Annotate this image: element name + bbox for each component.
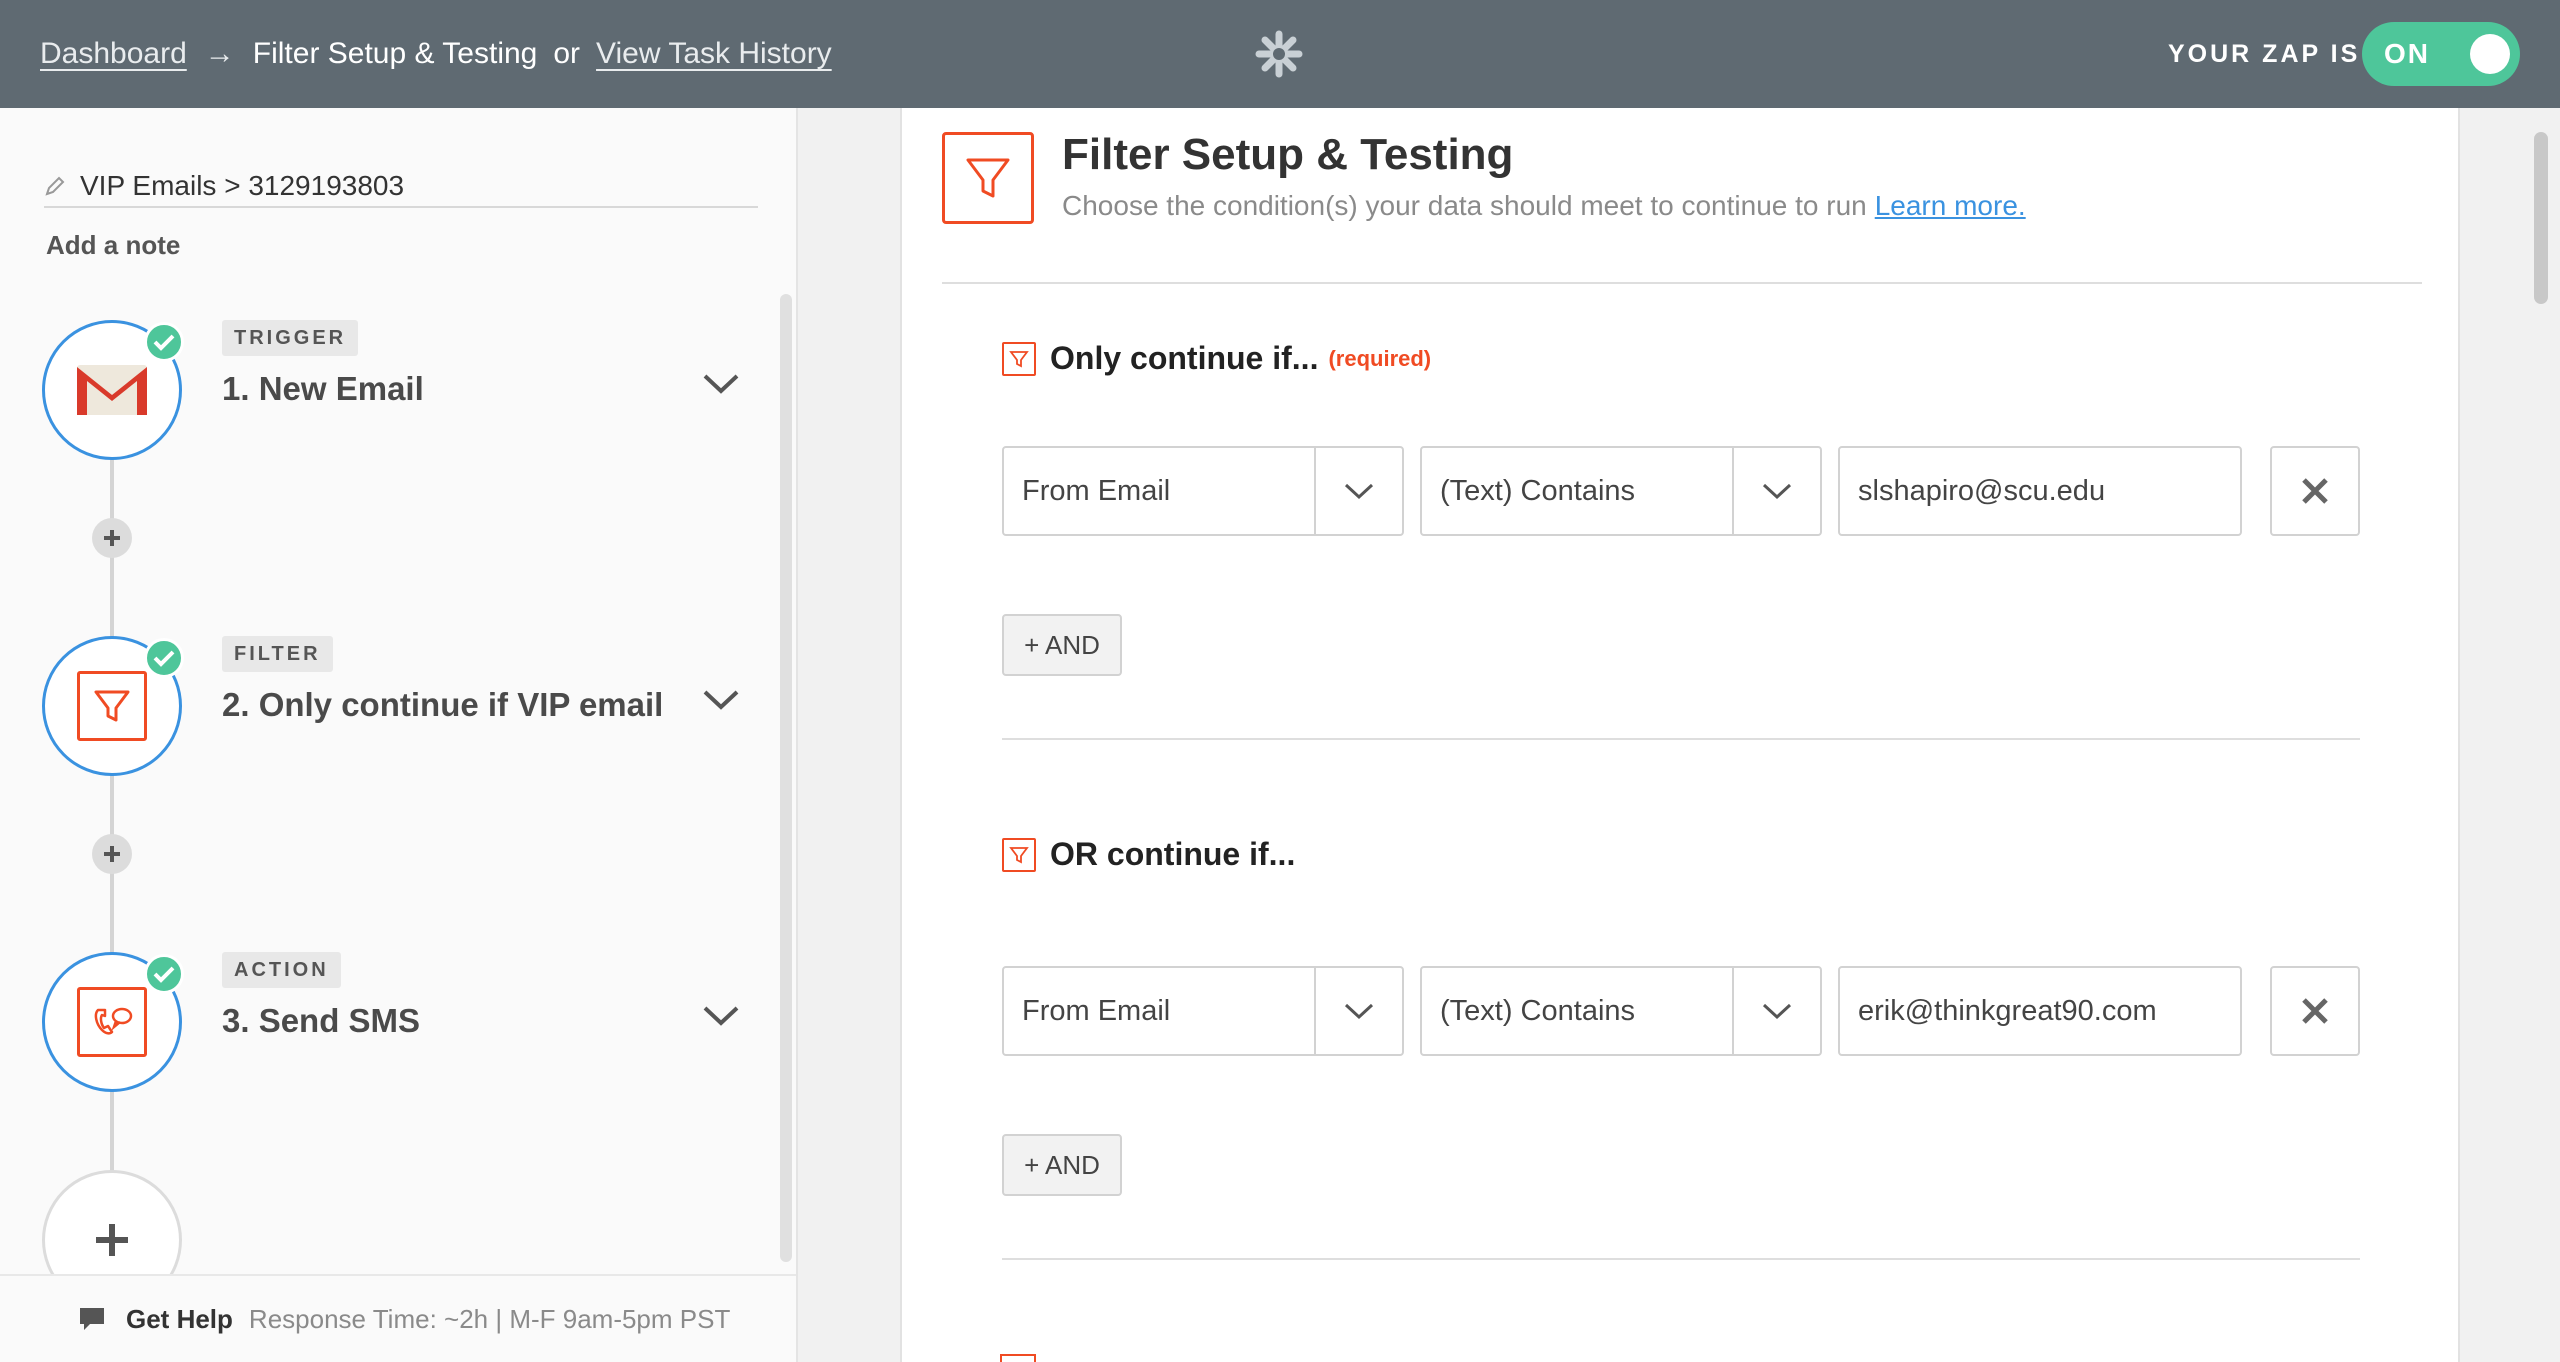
subtitle-text: Choose the condition(s) your data should… <box>1062 190 1867 221</box>
filter-icon <box>1002 341 1036 376</box>
top-bar: Dashboard → Filter Setup & Testing or Vi… <box>0 0 2560 108</box>
filter-icon <box>77 671 147 741</box>
chevron-down-icon <box>1344 483 1374 500</box>
value-input[interactable]: erik@thinkgreat90.com <box>1838 966 2242 1056</box>
operator-select-value: (Text) Contains <box>1440 475 1636 507</box>
zap-status-label: YOUR ZAP IS <box>2168 39 2361 68</box>
chat-bubble-icon <box>80 1308 104 1330</box>
field-select-dropdown[interactable] <box>1314 448 1402 534</box>
step-trigger: TRIGGER 1. New Email <box>42 320 772 460</box>
header-divider <box>942 282 2422 284</box>
page-title: Filter Setup & Testing <box>1062 130 1514 179</box>
required-tag: (required) <box>1328 345 1432 371</box>
group-divider <box>1002 738 2360 740</box>
step-filter: FILTER 2. Only continue if VIP email <box>42 636 772 776</box>
learn-more-link[interactable]: Learn more. <box>1875 190 2026 221</box>
group-2-title: OR continue if... <box>1050 836 1296 872</box>
close-icon <box>2302 998 2328 1024</box>
breadcrumb-arrow: → <box>204 37 235 70</box>
field-select[interactable]: From Email <box>1002 446 1404 536</box>
get-help-link[interactable]: Get Help <box>126 1304 233 1335</box>
field-select[interactable]: From Email <box>1002 966 1404 1056</box>
breadcrumb-or: or <box>553 37 581 70</box>
zap-on-toggle[interactable]: ON <box>2362 22 2520 86</box>
close-icon <box>2302 478 2328 504</box>
remove-condition-button[interactable] <box>2270 446 2360 536</box>
value-input[interactable]: slshapiro@scu.edu <box>1838 446 2242 536</box>
step-3-badge: ACTION <box>222 952 341 988</box>
sidebar-scrollbar[interactable] <box>780 294 792 1262</box>
plus-icon <box>104 846 120 862</box>
dashboard-link[interactable]: Dashboard <box>40 37 187 71</box>
chevron-down-icon[interactable] <box>702 372 740 396</box>
operator-select[interactable]: (Text) Contains <box>1420 446 1822 536</box>
step-1-check-icon <box>144 322 184 362</box>
field-select-value: From Email <box>1022 995 1171 1027</box>
add-and-condition-button[interactable]: + AND <box>1002 614 1122 676</box>
main-scrollbar[interactable] <box>2534 132 2548 304</box>
breadcrumb: Dashboard → Filter Setup & Testing or Vi… <box>40 0 832 108</box>
chevron-down-icon <box>1762 1003 1792 1020</box>
add-step-between-1-2[interactable] <box>92 518 132 558</box>
field-select-value: From Email <box>1022 475 1171 507</box>
add-and-condition-button[interactable]: + AND <box>1002 1134 1122 1196</box>
help-bar: Get Help Response Time: ~2h | M-F 9am-5p… <box>0 1274 796 1362</box>
plus-icon <box>96 1224 128 1256</box>
operator-select-dropdown[interactable] <box>1732 448 1820 534</box>
pencil-icon <box>45 176 65 196</box>
chevron-down-icon[interactable] <box>702 688 740 712</box>
condition-group-2-label: OR continue if... <box>1002 836 1295 873</box>
operator-select-dropdown[interactable] <box>1732 968 1820 1054</box>
zap-name-text: VIP Emails > 3129193803 <box>80 170 405 201</box>
condition-row-2: From Email (Text) Contains erik@thinkgre… <box>1002 966 2402 1056</box>
chevron-down-icon <box>1344 1003 1374 1020</box>
step-3-title[interactable]: 3. Send SMS <box>222 1002 420 1040</box>
group-divider <box>1002 1258 2360 1260</box>
zap-name-field[interactable]: VIP Emails > 3129193803 <box>44 166 758 208</box>
field-select-dropdown[interactable] <box>1314 968 1402 1054</box>
condition-group-1-label: Only continue if... (required) <box>1002 340 1431 377</box>
step-1-badge: TRIGGER <box>222 320 359 356</box>
step-action: ACTION 3. Send SMS <box>42 952 772 1092</box>
add-note-link[interactable]: Add a note <box>46 230 180 261</box>
next-group-filter-icon <box>1000 1354 1036 1362</box>
chevron-down-icon[interactable] <box>702 1004 740 1028</box>
plus-icon <box>104 530 120 546</box>
filter-icon <box>942 132 1034 224</box>
breadcrumb-current: Filter Setup & Testing <box>252 37 538 70</box>
help-response-time: Response Time: ~2h | M-F 9am-5pm PST <box>248 1303 731 1334</box>
page-subtitle: Choose the condition(s) your data should… <box>1062 190 2026 222</box>
step-1-title[interactable]: 1. New Email <box>222 370 424 408</box>
step-2-badge: FILTER <box>222 636 333 672</box>
chevron-down-icon <box>1762 483 1792 500</box>
gmail-icon <box>77 365 147 415</box>
toggle-knob <box>2470 34 2510 74</box>
zapier-logo-icon[interactable] <box>1255 30 1303 78</box>
group-1-title: Only continue if... <box>1050 340 1319 376</box>
toggle-on-label: ON <box>2384 38 2430 69</box>
remove-condition-button[interactable] <box>2270 966 2360 1056</box>
operator-select[interactable]: (Text) Contains <box>1420 966 1822 1056</box>
add-step-between-2-3[interactable] <box>92 834 132 874</box>
operator-select-value: (Text) Contains <box>1440 995 1636 1027</box>
step-3-check-icon <box>144 954 184 994</box>
sidebar: VIP Emails > 3129193803 Add a note TRIGG… <box>0 108 798 1362</box>
step-2-check-icon <box>144 638 184 678</box>
filter-setup-panel: Filter Setup & Testing Choose the condit… <box>900 108 2460 1362</box>
filter-icon <box>1002 837 1036 872</box>
view-task-history-link[interactable]: View Task History <box>596 37 832 71</box>
sms-icon <box>77 987 147 1057</box>
step-2-title[interactable]: 2. Only continue if VIP email <box>222 686 663 724</box>
condition-row-1: From Email (Text) Contains slshapiro@scu… <box>1002 446 2402 536</box>
